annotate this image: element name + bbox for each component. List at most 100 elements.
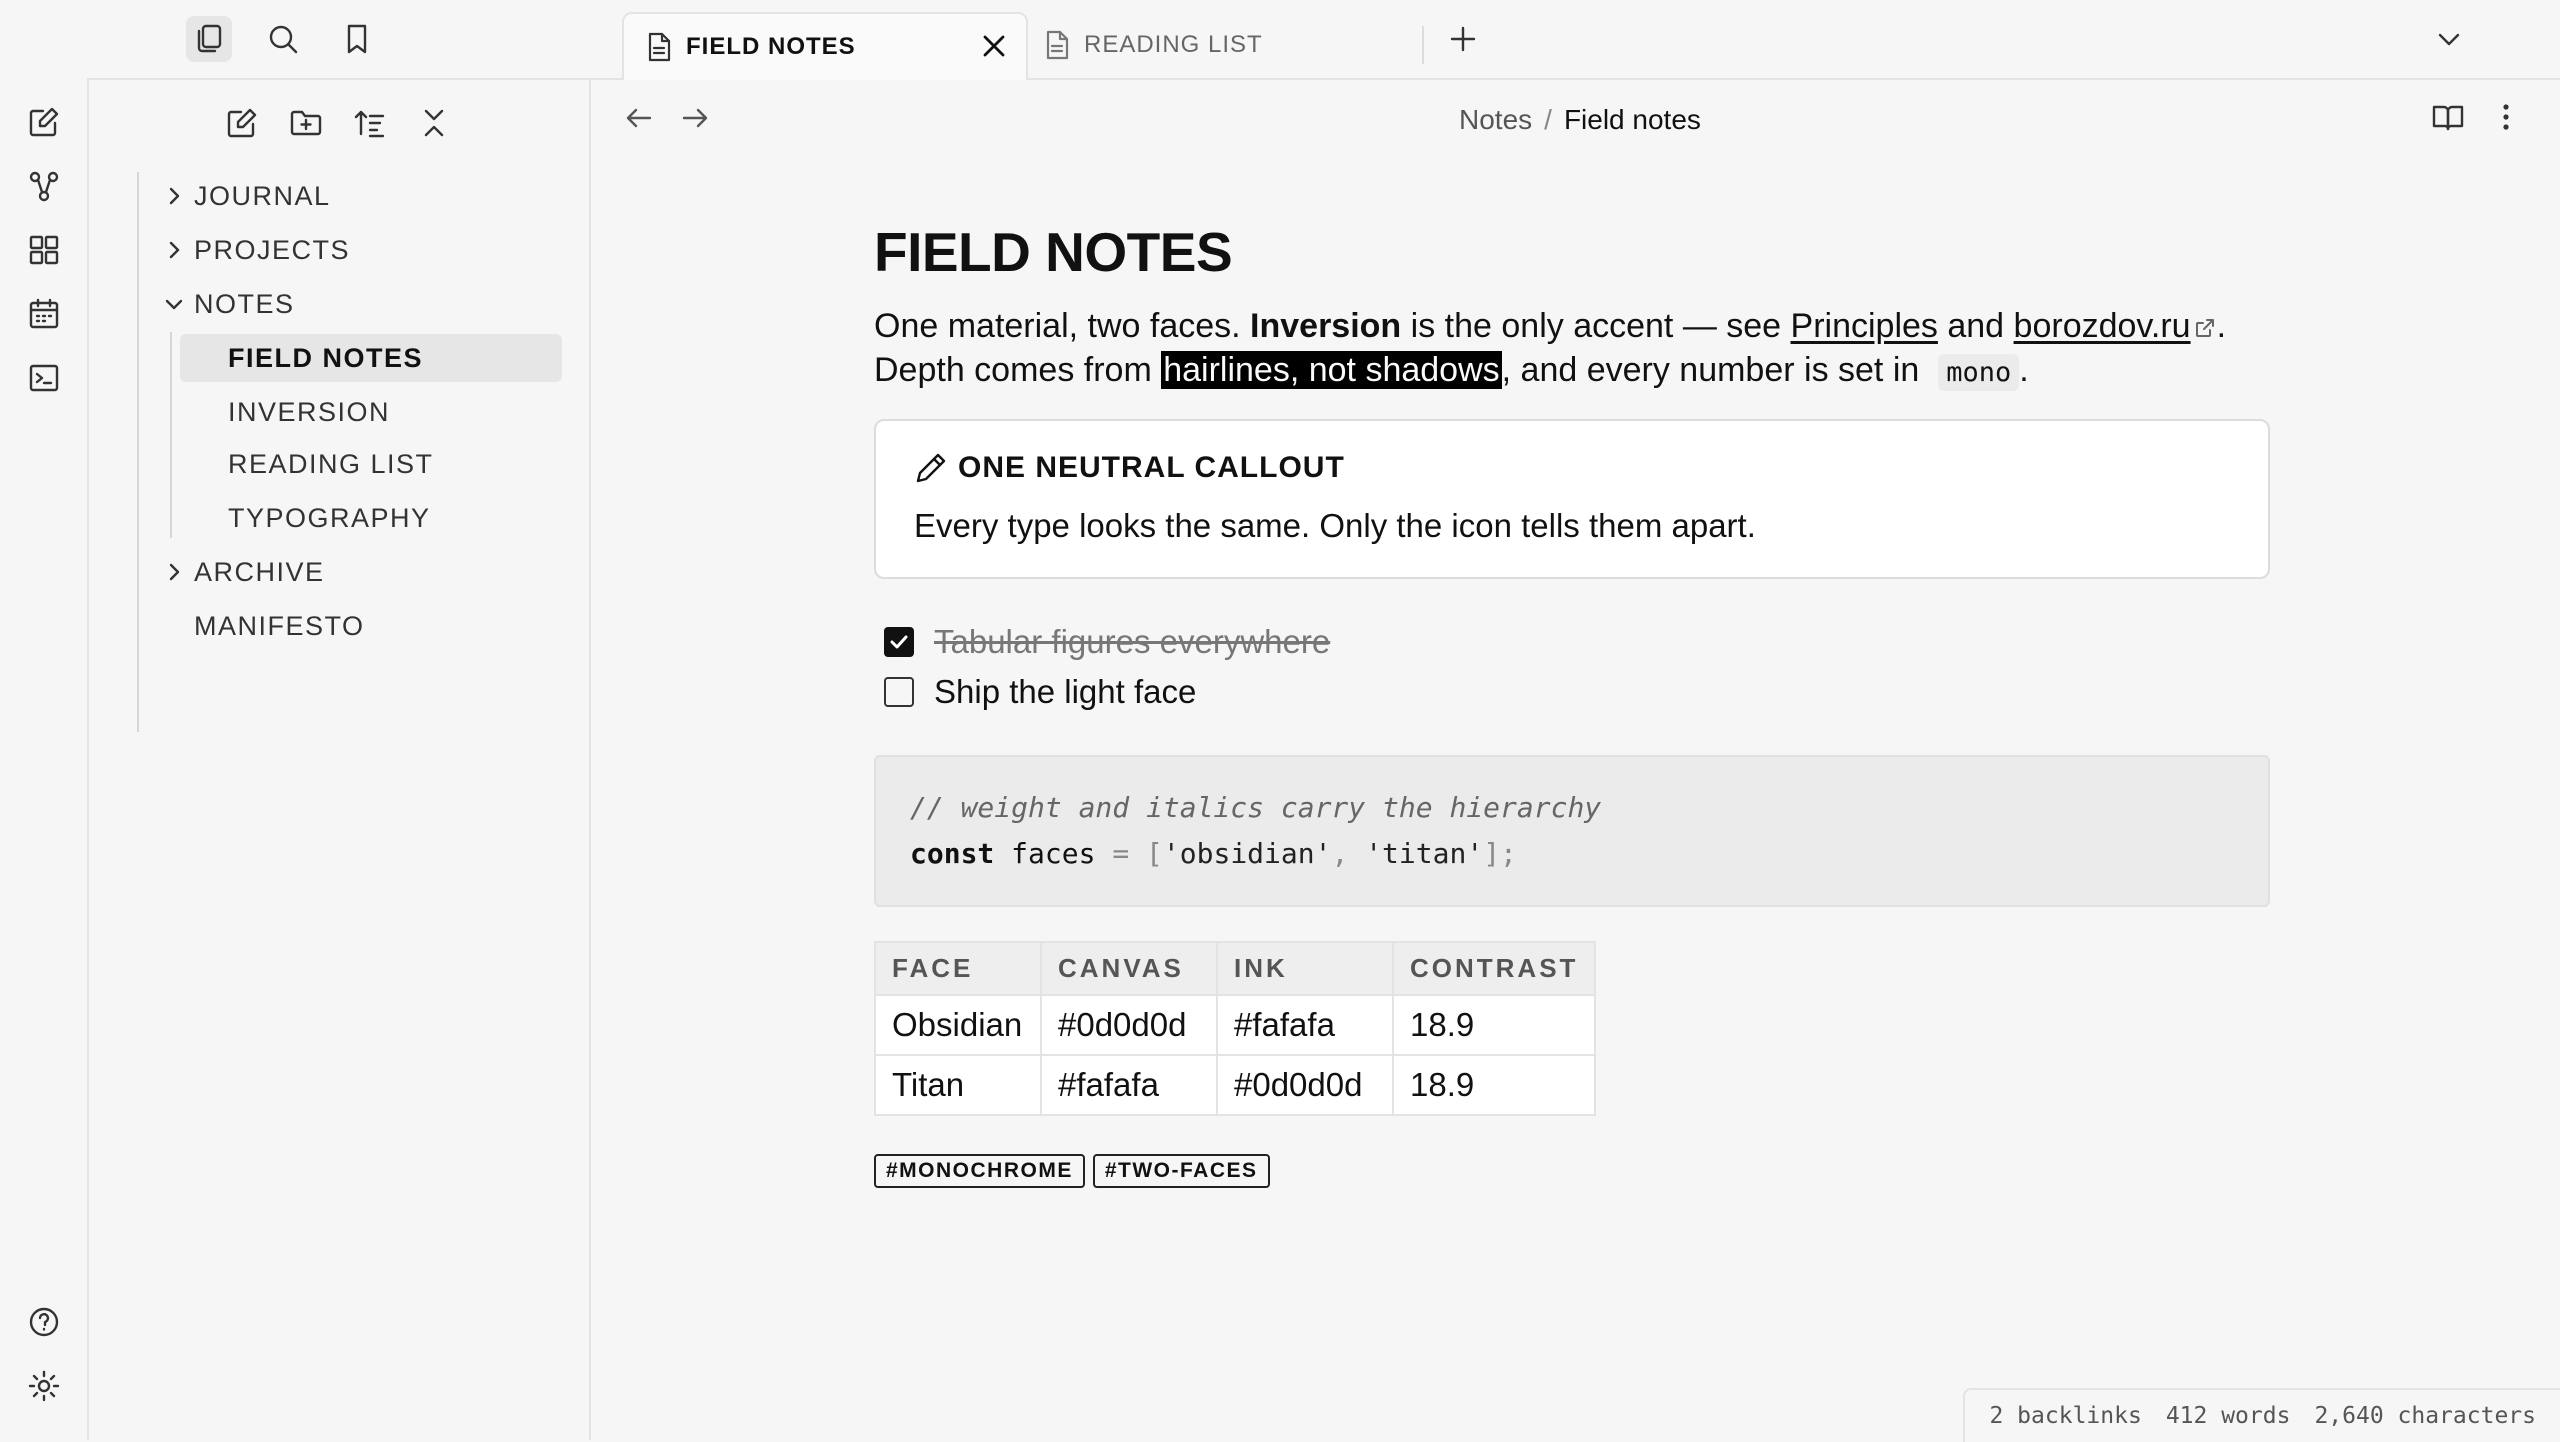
tree-item-label: JOURNAL (194, 180, 331, 211)
terminal-icon[interactable] (24, 358, 64, 398)
code-block: // weight and italics carry the hierarch… (874, 755, 2270, 907)
tab-field-notes[interactable]: FIELD NOTES (622, 12, 1028, 80)
table-cell: #fafafa (1216, 994, 1394, 1056)
folder-archive[interactable]: ARCHIVE (169, 548, 325, 596)
table-row: Titan #fafafa #0d0d0d 18.9 (874, 1054, 1597, 1116)
callout-body: Every type looks the same. Only the icon… (914, 507, 1756, 544)
code-string: 'obsidian' (1162, 837, 1332, 870)
tree-guide (137, 172, 139, 732)
table-header-row: FACE CANVAS INK CONTRAST (874, 941, 1597, 996)
code-comment: // weight and italics carry the hierarch… (910, 791, 1602, 824)
text: . (2019, 351, 2029, 389)
task-item: Ship the light face (884, 667, 2274, 717)
tree-item-label: TYPOGRAPHY (228, 502, 431, 533)
task-item: Tabular figures everywhere (884, 617, 2274, 667)
calendar-icon[interactable] (24, 294, 64, 334)
table-row: Obsidian #0d0d0d #fafafa 18.9 (874, 994, 1597, 1056)
table-cell: #fafafa (1040, 1054, 1218, 1116)
file-explorer: JOURNAL PROJECTS NOTES FIELD NOTES INVER… (89, 80, 591, 1440)
text: is the only accent — see (1401, 307, 1791, 345)
callout-title: ONE NEUTRAL CALLOUT (958, 451, 1345, 484)
code-operator: = (1112, 837, 1130, 870)
task-list: Tabular figures everywhere Ship the ligh… (874, 617, 2274, 717)
tag[interactable]: #MONOCHROME (874, 1154, 1085, 1188)
settings-gear-icon[interactable] (24, 1366, 64, 1406)
breadcrumb: Notes / Field notes (1459, 100, 1701, 140)
table-header: INK (1216, 941, 1394, 996)
backlinks-count[interactable]: 2 backlinks (1989, 1403, 2141, 1429)
close-tab-icon[interactable] (980, 32, 1008, 60)
table-cell: Obsidian (874, 994, 1042, 1056)
editor-pane: Notes / Field notes FIELD NOTES One mate… (591, 80, 2560, 1440)
note-content: FIELD NOTES One material, two faces. Inv… (874, 220, 2274, 1188)
top-bar: FIELD NOTES READING LIST (0, 0, 2560, 80)
character-count: 2,640 characters (2314, 1403, 2536, 1429)
note-title: FIELD NOTES (874, 221, 1233, 283)
new-tab-icon[interactable] (1440, 16, 1486, 62)
folder-projects[interactable]: PROJECTS (169, 226, 351, 274)
task-label: Tabular figures everywhere (934, 623, 1331, 660)
tree-item-label: PROJECTS (194, 234, 351, 265)
bookmark-icon[interactable] (334, 16, 380, 62)
file-inversion[interactable]: INVERSION (228, 388, 390, 436)
tree-item-label: FIELD NOTES (228, 342, 424, 373)
document-icon (646, 32, 672, 62)
file-field-notes[interactable]: FIELD NOTES (180, 334, 562, 382)
table-cell: 18.9 (1391, 994, 1597, 1056)
task-label: Ship the light face (934, 673, 1197, 710)
document-icon (1044, 30, 1070, 60)
highlighted-text: hairlines, not shadows (1161, 351, 1502, 389)
chevron-right-icon (162, 238, 186, 262)
table-cell: #0d0d0d (1216, 1054, 1394, 1116)
callout: ONE NEUTRAL CALLOUT Every type looks the… (874, 419, 2270, 579)
faces-table: FACE CANVAS INK CONTRAST Obsidian #0d0d0… (874, 941, 1597, 1116)
new-note-icon[interactable] (24, 102, 64, 142)
tree-item-label: READING LIST (228, 448, 434, 479)
checkbox-checked[interactable] (884, 627, 914, 657)
sort-icon[interactable] (349, 102, 391, 144)
checkbox-unchecked[interactable] (884, 677, 914, 707)
back-arrow-icon[interactable] (619, 98, 659, 138)
files-view-icon[interactable] (186, 16, 232, 62)
word-count: 412 words (2165, 1403, 2291, 1429)
tree-item-label: INVERSION (228, 396, 391, 427)
new-folder-icon[interactable] (285, 102, 327, 144)
text: . (2216, 307, 2227, 345)
tree-item-label: MANIFESTO (194, 610, 365, 641)
more-options-icon[interactable] (2489, 100, 2523, 134)
graph-view-icon[interactable] (24, 166, 64, 206)
new-note-icon[interactable] (221, 102, 263, 144)
breadcrumb-parent[interactable]: Notes (1459, 104, 1532, 136)
tab-list-chevron-icon[interactable] (2426, 16, 2472, 62)
text: and (1937, 307, 2014, 345)
table-header: CANVAS (1040, 941, 1218, 996)
help-icon[interactable] (24, 1302, 64, 1342)
breadcrumb-current[interactable]: Field notes (1564, 104, 1701, 136)
search-icon[interactable] (260, 16, 306, 62)
external-link-icon (2193, 316, 2217, 340)
tab-reading-list[interactable]: READING LIST (1028, 12, 1424, 78)
code-line: const faces = ['obsidian', 'titan']; (910, 831, 2234, 877)
file-typography[interactable]: TYPOGRAPHY (228, 494, 431, 542)
code-punct: ]; (1483, 837, 1517, 870)
tag[interactable]: #TWO-FACES (1092, 1154, 1270, 1188)
file-reading-list[interactable]: READING LIST (228, 440, 434, 488)
internal-link-principles[interactable]: Principles (1791, 307, 1938, 345)
ribbon (0, 78, 89, 1440)
folder-notes[interactable]: NOTES (165, 280, 295, 328)
reading-view-icon[interactable] (2431, 100, 2465, 134)
text: One material, two faces. (874, 307, 1251, 345)
table-header: CONTRAST (1391, 941, 1597, 996)
code-string: 'titan' (1365, 837, 1484, 870)
code-punct: , (1331, 837, 1349, 870)
forward-arrow-icon[interactable] (675, 98, 715, 138)
table-cell: Titan (874, 1054, 1042, 1116)
external-link[interactable]: borozdov.ru (2014, 307, 2191, 345)
canvas-icon[interactable] (24, 230, 64, 270)
collapse-all-icon[interactable] (413, 102, 455, 144)
chevron-right-icon (162, 184, 186, 208)
breadcrumb-separator: / (1544, 104, 1552, 135)
folder-journal[interactable]: JOURNAL (169, 172, 331, 220)
code-keyword: const (910, 837, 995, 870)
file-manifesto[interactable]: MANIFESTO (194, 602, 365, 650)
